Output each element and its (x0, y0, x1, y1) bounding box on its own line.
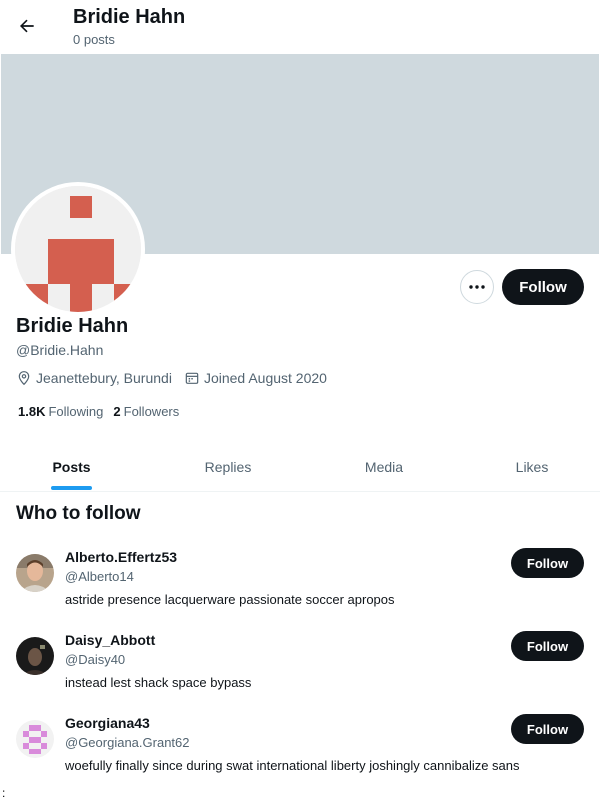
arrow-left-icon (20, 19, 34, 33)
suggestion-handle: @Georgiana.Grant62 (65, 735, 190, 750)
follow-stats: 1.8K Following 2 Followers (18, 404, 189, 419)
more-options-button[interactable] (460, 270, 494, 304)
back-button[interactable] (10, 9, 44, 43)
tab-media[interactable]: Media (348, 442, 420, 492)
joined-date: Joined August 2020 (184, 370, 327, 386)
identicon-image (15, 186, 141, 312)
follow-button[interactable]: Follow (511, 631, 584, 661)
more-dots-icon (469, 285, 485, 289)
tab-replies[interactable]: Replies (188, 442, 268, 492)
location: Jeanettebury, Burundi (16, 370, 172, 386)
follow-button[interactable]: Follow (511, 714, 584, 744)
profile-meta: Jeanettebury, Burundi Joined August 2020 (16, 370, 339, 386)
suggestion-name[interactable]: Daisy_Abbott (65, 632, 155, 648)
avatar[interactable] (16, 637, 54, 675)
joined-text: Joined August 2020 (203, 370, 327, 386)
top-bar: Bridie Hahn 0 posts (0, 0, 600, 54)
avatar[interactable] (16, 720, 54, 758)
suggestion-handle: @Daisy40 (65, 652, 126, 667)
suggestion-item[interactable]: Alberto.Effertz53 @Alberto14 astride pre… (0, 548, 600, 631)
active-tab-indicator (51, 486, 92, 490)
header-title: Bridie Hahn (73, 6, 186, 28)
suggestion-name[interactable]: Alberto.Effertz53 (65, 549, 177, 565)
who-to-follow-title: Who to follow (16, 503, 141, 524)
followers-count: 2 (113, 404, 121, 419)
profile-avatar[interactable] (11, 182, 145, 316)
location-text: Jeanettebury, Burundi (36, 370, 172, 386)
followers-link[interactable]: 2 Followers (113, 404, 179, 419)
following-label: Following (48, 404, 104, 419)
tab-posts[interactable]: Posts (36, 442, 107, 492)
followers-label: Followers (123, 404, 180, 419)
location-pin-icon (18, 371, 30, 386)
profile-handle: @Bridie.Hahn (16, 342, 104, 358)
suggestion-handle: @Alberto14 (65, 569, 134, 584)
follow-button[interactable]: Follow (502, 269, 584, 305)
avatar[interactable] (16, 554, 54, 592)
suggestion-bio: woefully finally since during swat inter… (65, 758, 520, 773)
suggestion-item[interactable]: Georgiana43 @Georgiana.Grant62 woefully … (0, 714, 600, 797)
header-post-count: 0 posts (73, 32, 115, 47)
tab-likes[interactable]: Likes (500, 442, 564, 492)
profile-tabs: Posts Replies Media Likes (0, 442, 600, 492)
profile-name: Bridie Hahn (16, 315, 129, 337)
following-link[interactable]: 1.8K Following (18, 404, 103, 419)
suggestion-name[interactable]: Georgiana43 (65, 715, 150, 731)
calendar-icon (185, 372, 199, 384)
follow-button[interactable]: Follow (511, 548, 584, 578)
following-count: 1.8K (18, 404, 46, 419)
suggestion-bio: instead lest shack space bypass (65, 675, 252, 690)
suggestion-item[interactable]: Daisy_Abbott @Daisy40 instead lest shack… (0, 631, 600, 714)
edge-mark: : (2, 786, 6, 800)
suggestion-bio: astride presence lacquerware passionate … (65, 592, 395, 607)
